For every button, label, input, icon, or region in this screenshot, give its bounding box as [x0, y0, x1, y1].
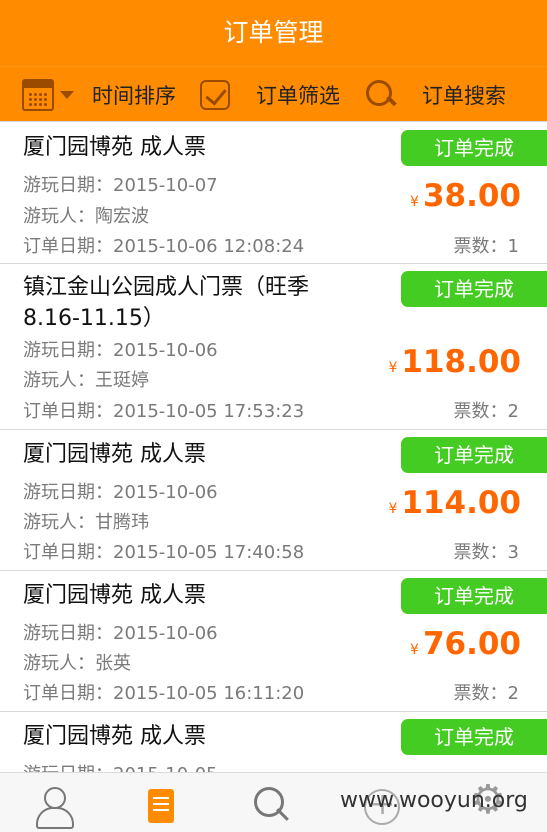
ticket-quantity: 票数：2: [453, 683, 519, 704]
ticket-quantity: 票数：3: [453, 542, 519, 563]
status-badge: 订单完成: [401, 271, 547, 307]
filter-label: 订单筛选: [256, 83, 340, 108]
status-badge: 订单完成: [401, 578, 547, 614]
player-name: 游玩人：张英: [23, 653, 131, 674]
play-date: 游玩日期：2015-10-06: [23, 482, 218, 503]
sort-label: 时间排序: [92, 83, 176, 108]
sort-by-time-button[interactable]: 时间排序: [22, 67, 176, 122]
page-title: 订单管理: [223, 18, 324, 47]
watermark: www.wooyun.org: [340, 788, 528, 813]
order-price: ¥38.00: [410, 178, 521, 214]
toolbar: 时间排序 订单筛选 订单搜索: [0, 66, 547, 122]
order-date: 订单日期：2015-10-06 12:08:24: [23, 236, 305, 257]
order-title: 厦门园博苑 成人票: [23, 442, 206, 467]
order-title: 厦门园博苑 成人票: [23, 583, 206, 608]
user-icon[interactable]: [27, 773, 87, 832]
order-list[interactable]: 厦门园博苑 成人票 订单完成 游玩日期：2015-10-07 游玩人：陶宏波 ¥…: [0, 123, 547, 772]
order-item[interactable]: 厦门园博苑 成人票 订单完成 游玩日期：2015-10-06 游玩人：甘腾玮 ¥…: [0, 430, 547, 571]
order-item[interactable]: 厦门园博苑 成人票 订单完成 游玩日期：2015-10-07 游玩人：陶宏波 ¥…: [0, 123, 547, 264]
search-icon[interactable]: [251, 773, 311, 832]
status-badge: 订单完成: [401, 130, 547, 166]
order-price: ¥76.00: [410, 626, 521, 662]
order-title: 镇江金山公园成人门票（旺季8.16-11.15）: [23, 275, 310, 331]
search-label: 订单搜索: [422, 83, 506, 108]
order-title: 厦门园博苑 成人票: [23, 724, 206, 749]
order-price: ¥118.00: [388, 344, 521, 380]
play-date: 游玩日期：2015-10-06: [23, 340, 218, 361]
order-item[interactable]: 镇江金山公园成人门票（旺季8.16-11.15） 订单完成 游玩日期：2015-…: [0, 264, 547, 430]
caret-down-icon: [60, 90, 74, 99]
orders-icon[interactable]: [146, 773, 206, 832]
order-title: 厦门园博苑 成人票: [23, 135, 206, 160]
play-date: 游玩日期：2015-10-07: [23, 175, 218, 196]
status-badge: 订单完成: [401, 719, 547, 755]
header-bar: 订单管理: [0, 0, 547, 66]
order-item[interactable]: 厦门园博苑 成人票 订单完成 游玩日期：2015-10-06 游玩人：张英 ¥7…: [0, 571, 547, 712]
filter-orders-button[interactable]: 订单筛选: [200, 67, 340, 122]
search-orders-button[interactable]: 订单搜索: [366, 67, 506, 122]
ticket-quantity: 票数：1: [453, 236, 519, 257]
play-date: 游玩日期：2015-10-06: [23, 623, 218, 644]
checkbox-icon: [200, 79, 230, 110]
order-price: ¥114.00: [388, 485, 521, 521]
order-item[interactable]: 厦门园博苑 成人票 订单完成 游玩日期：2015-10-05: [0, 712, 547, 772]
search-icon: [366, 79, 396, 110]
player-name: 游玩人：王珽婷: [23, 370, 149, 391]
player-name: 游玩人：甘腾玮: [23, 512, 149, 533]
order-date: 订单日期：2015-10-05 17:53:23: [23, 401, 305, 422]
order-date: 订单日期：2015-10-05 17:40:58: [23, 542, 305, 563]
play-date: 游玩日期：2015-10-05: [23, 760, 218, 772]
player-name: 游玩人：陶宏波: [23, 206, 149, 227]
status-badge: 订单完成: [401, 437, 547, 473]
ticket-quantity: 票数：2: [453, 401, 519, 422]
calendar-icon: [22, 78, 54, 111]
order-date: 订单日期：2015-10-05 16:11:20: [23, 683, 305, 704]
